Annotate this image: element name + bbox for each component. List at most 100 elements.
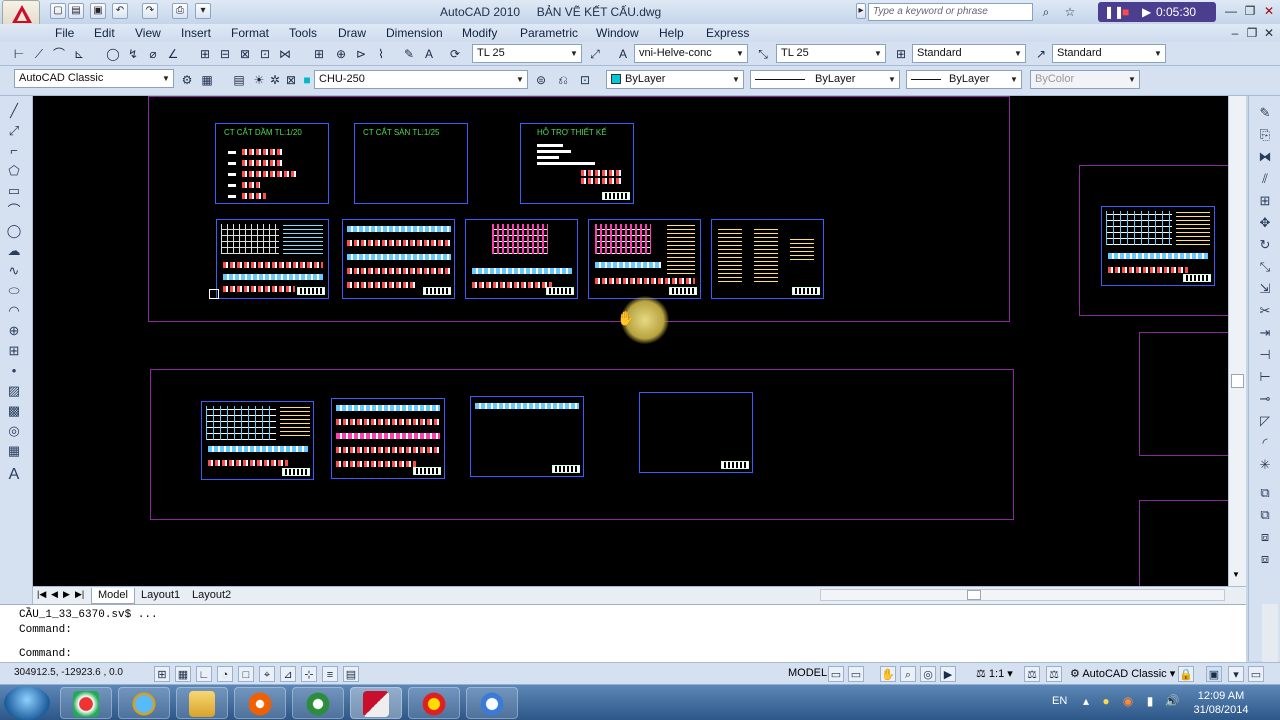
array-icon[interactable]: ⊞: [1256, 192, 1274, 210]
undo-icon[interactable]: ↶: [112, 3, 128, 19]
dim-style-select[interactable]: TL 25 ▼: [776, 44, 886, 63]
menu-dimension[interactable]: Dimension: [386, 26, 443, 40]
scroll-thumb[interactable]: [967, 590, 981, 600]
task-ccleaner[interactable]: [60, 687, 112, 719]
spline-icon[interactable]: ∿: [5, 262, 23, 280]
dimension-edit-icon[interactable]: ✎: [400, 44, 418, 62]
space-icon[interactable]: ⊡: [256, 44, 274, 62]
menu-modify[interactable]: Modify: [462, 26, 497, 40]
circle-icon[interactable]: ◯: [5, 222, 23, 240]
aligned-dimension-icon[interactable]: ⟋: [30, 44, 48, 62]
grid-icon[interactable]: ▦: [175, 666, 191, 682]
otrack-icon[interactable]: ⌖: [259, 666, 275, 682]
jogged-linear-icon[interactable]: ⌇: [372, 44, 390, 62]
draw-order-back-icon[interactable]: ⧉: [1256, 506, 1274, 524]
copy-icon[interactable]: ⎘: [1256, 126, 1274, 144]
linear-dimension-icon[interactable]: ⊢: [10, 44, 28, 62]
erase-icon[interactable]: ✎: [1256, 104, 1274, 122]
stop-icon[interactable]: ■: [1122, 5, 1129, 19]
hardware-acceleration-icon[interactable]: ▣: [1206, 666, 1222, 682]
tab-layout2[interactable]: Layout2: [186, 588, 237, 604]
search-dropdown-icon[interactable]: ▸: [856, 3, 866, 19]
break-icon[interactable]: ⊢: [1256, 368, 1274, 386]
workspace-switch[interactable]: ⚙ AutoCAD Classic ▾: [1070, 667, 1175, 680]
task-media-player[interactable]: [234, 687, 286, 719]
task-internet-explorer[interactable]: [118, 687, 170, 719]
table-style-select[interactable]: Standard ▼: [912, 44, 1026, 63]
workspace-settings-icon[interactable]: ⚙: [178, 70, 196, 88]
maximize-icon[interactable]: ❐: [1241, 2, 1259, 20]
minimize-icon[interactable]: —: [1222, 2, 1240, 20]
color-select[interactable]: ByLayer ▼: [606, 70, 744, 89]
binoculars-icon[interactable]: ⌕: [1038, 4, 1054, 20]
text-style-select[interactable]: vni-Helve-conc ▼: [634, 44, 748, 63]
quick-properties-icon[interactable]: ▤: [343, 666, 359, 682]
tab-next-icon[interactable]: ▶: [63, 589, 70, 600]
mirror-icon[interactable]: ⧓: [1256, 148, 1274, 166]
polar-icon[interactable]: ◔: [217, 666, 233, 682]
tab-prev-icon[interactable]: ◀: [51, 589, 58, 600]
status-menu-icon[interactable]: ▾: [1228, 666, 1244, 682]
radius-icon[interactable]: ◯: [104, 44, 122, 62]
menu-file[interactable]: File: [55, 26, 74, 40]
quick-dimension-icon[interactable]: ⊞: [196, 44, 214, 62]
text-style-icon[interactable]: A: [614, 44, 632, 62]
rotate-icon[interactable]: ↻: [1256, 236, 1274, 254]
polyline-icon[interactable]: ⌐: [5, 142, 23, 160]
center-mark-icon[interactable]: ⊕: [332, 44, 350, 62]
horizontal-scrollbar[interactable]: [820, 589, 1225, 601]
doc-close-icon[interactable]: ✕: [1260, 24, 1278, 42]
make-current-layer-icon[interactable]: ⊜: [532, 70, 550, 88]
join-icon[interactable]: ⊸: [1256, 390, 1274, 408]
tray-app-icon[interactable]: ●: [1098, 694, 1114, 710]
ellipse-icon[interactable]: ⬭: [5, 282, 23, 300]
menu-draw[interactable]: Draw: [338, 26, 366, 40]
steering-wheel-icon[interactable]: ◎: [920, 666, 936, 682]
annotation-scale[interactable]: ⚖ 1:1 ▾: [976, 667, 1013, 680]
snap-icon[interactable]: ⊞: [154, 666, 170, 682]
doc-minimize-icon[interactable]: ‒: [1226, 24, 1244, 42]
layer-properties-icon[interactable]: ▤: [230, 70, 248, 88]
new-file-icon[interactable]: ▢: [50, 3, 66, 19]
hatch-icon[interactable]: ▨: [5, 382, 23, 400]
clean-screen-icon[interactable]: ▭: [1248, 666, 1264, 682]
task-app3[interactable]: [466, 687, 518, 719]
scale-icon[interactable]: ⤡: [1256, 258, 1274, 276]
subscription-center-icon[interactable]: ☆: [1062, 4, 1078, 20]
dimension-update-icon[interactable]: ⟳: [446, 44, 464, 62]
layer-states-icon[interactable]: ⊡: [576, 70, 594, 88]
menu-view[interactable]: View: [135, 26, 161, 40]
workspace-save-icon[interactable]: ▦: [198, 70, 216, 88]
lineweight-select[interactable]: ByLayer ▼: [906, 70, 1022, 89]
tab-first-icon[interactable]: |◀: [37, 589, 46, 600]
break-at-point-icon[interactable]: ⊣: [1256, 346, 1274, 364]
plot-icon[interactable]: ⎙: [172, 3, 188, 19]
table-style-icon[interactable]: ⊞: [892, 44, 910, 62]
trim-icon[interactable]: ✂: [1256, 302, 1274, 320]
dimension-text-edit-icon[interactable]: A: [420, 44, 438, 62]
construction-line-icon[interactable]: ⤢: [5, 122, 23, 140]
multileader-style-select[interactable]: Standard ▼: [1052, 44, 1166, 63]
network-icon[interactable]: ▮: [1142, 694, 1158, 710]
chamfer-icon[interactable]: ◸: [1256, 412, 1274, 430]
taskbar-clock[interactable]: 12:09 AM 31/08/2014: [1186, 689, 1256, 717]
quick-view-drawings-icon[interactable]: ▭: [848, 666, 864, 682]
drawing-canvas[interactable]: CT CẮT DẦM TL:1/20 CT CẮT SÀN TL:1/25 HỖ…: [33, 96, 1228, 586]
menu-tools[interactable]: Tools: [289, 26, 317, 40]
model-space-toggle[interactable]: MODEL: [788, 667, 827, 679]
multileader-style-icon[interactable]: ↗: [1032, 44, 1050, 62]
dyn-icon[interactable]: ⊹: [301, 666, 317, 682]
application-menu-button[interactable]: [2, 0, 40, 26]
gradient-icon[interactable]: ▩: [5, 402, 23, 420]
baseline-icon[interactable]: ⊟: [216, 44, 234, 62]
quick-view-layouts-icon[interactable]: ▭: [828, 666, 844, 682]
volume-icon[interactable]: 🔊: [1164, 694, 1180, 710]
zoom-icon[interactable]: ⌕: [900, 666, 916, 682]
vertical-scrollbar[interactable]: ▼: [1228, 96, 1246, 586]
make-block-icon[interactable]: ⊞: [5, 342, 23, 360]
task-app[interactable]: [292, 687, 344, 719]
lineweight-icon[interactable]: ≡: [322, 666, 338, 682]
rectangle-icon[interactable]: ▭: [5, 182, 23, 200]
tolerance-icon[interactable]: ⊞: [310, 44, 328, 62]
task-file-explorer[interactable]: [176, 687, 228, 719]
